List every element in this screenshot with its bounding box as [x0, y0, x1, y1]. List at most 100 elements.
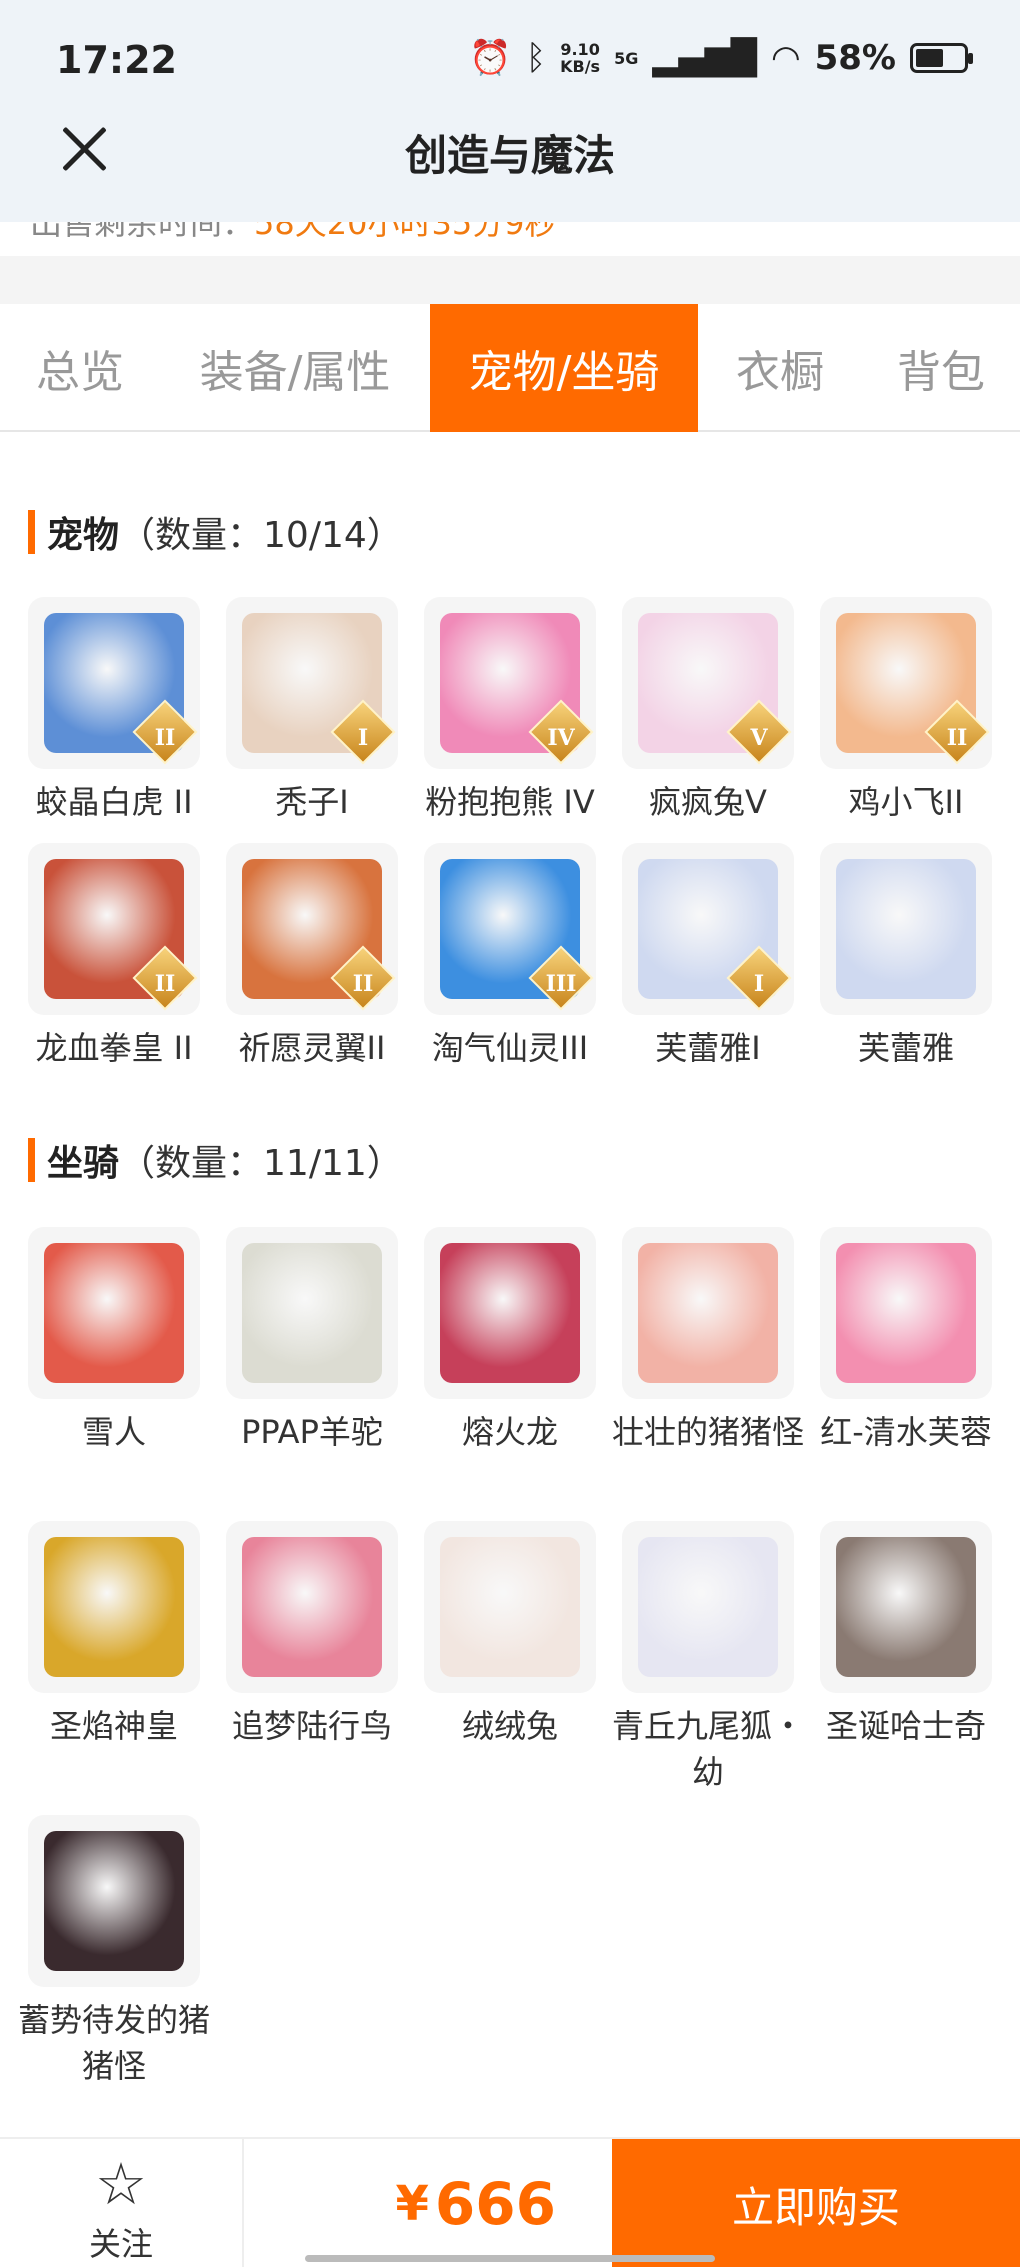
follow-label: 关注 [88, 2225, 153, 2263]
pet-item[interactable]: III 淘气仙灵III [424, 843, 596, 1071]
tab-bag[interactable]: 背包 [862, 304, 1020, 432]
tab-wardrobe[interactable]: 衣橱 [698, 304, 862, 432]
pet-thumbnail: I [622, 843, 794, 1015]
mount-image [638, 1537, 778, 1677]
mount-image [836, 1537, 976, 1677]
tier-badge-text: III [545, 971, 577, 997]
tab-equipment[interactable]: 装备/属性 [160, 304, 430, 432]
pet-thumbnail: I [226, 597, 398, 769]
tab-bar: 总览 装备/属性 宠物/坐骑 衣橱 背包 [0, 304, 1020, 432]
battery-icon [910, 43, 973, 73]
wifi-icon: ◠ [770, 38, 801, 78]
mount-item[interactable]: 圣焰神皇 [28, 1521, 200, 1749]
mount-image [44, 1831, 184, 1971]
pet-thumbnail: II [28, 843, 200, 1015]
pet-name: 祈愿灵翼II [238, 1029, 386, 1067]
net-speed-unit: KB/s [560, 57, 601, 76]
buy-now-button[interactable]: 立即购买 [612, 2139, 1020, 2267]
mount-image [440, 1243, 580, 1383]
mount-image [242, 1243, 382, 1383]
mount-item[interactable]: 青丘九尾狐・幼 [612, 1521, 804, 1795]
nav-bar: 创造与魔法 [0, 108, 1020, 188]
section-marker [28, 1138, 35, 1182]
countdown-value: 58天20小时35分9秒 [254, 222, 557, 242]
mount-image [638, 1243, 778, 1383]
mount-name: 追梦陆行鸟 [231, 1707, 392, 1745]
mounts-section-title: 坐骑 （数量：11/11） [28, 1135, 403, 1185]
pet-name: 芙蕾雅I [655, 1029, 761, 1067]
tier-badge-text: IV [547, 725, 575, 751]
pet-thumbnail: II [28, 597, 200, 769]
network-type: 5G [614, 48, 639, 68]
section-marker [28, 510, 35, 554]
pet-name: 鸡小飞II [848, 783, 964, 821]
home-indicator [305, 2255, 715, 2262]
pet-item[interactable]: 芙蕾雅 [820, 843, 992, 1071]
pet-name: 淘气仙灵III [431, 1029, 589, 1067]
mount-thumbnail [622, 1521, 794, 1693]
mount-item[interactable]: 追梦陆行鸟 [226, 1521, 398, 1749]
status-icons: ⏰ ᛒ 9.10 KB/s 5G ▂▄▆█ ◠ 58% [469, 38, 973, 78]
pet-name: 疯疯兔V [649, 783, 767, 821]
mount-name: 圣诞哈士奇 [825, 1707, 986, 1745]
pet-item[interactable]: II 蛟晶白虎 II [28, 597, 200, 825]
mount-name: 青丘九尾狐・幼 [611, 1707, 804, 1791]
mount-name: 雪人 [81, 1413, 146, 1451]
pets-count: （数量：10/14） [119, 515, 403, 556]
mount-item[interactable]: 壮壮的猪猪怪 [612, 1227, 804, 1455]
mount-item[interactable]: 熔火龙 [424, 1227, 596, 1455]
mount-item[interactable]: 雪人 [28, 1227, 200, 1455]
mount-item[interactable]: 绒绒兔 [424, 1521, 596, 1749]
mount-name: 圣焰神皇 [49, 1707, 178, 1745]
pet-item[interactable]: II 鸡小飞II [820, 597, 992, 825]
mount-image [440, 1537, 580, 1677]
tab-overview[interactable]: 总览 [0, 304, 160, 432]
price: ¥ 666 [244, 2139, 612, 2267]
pet-name: 粉抱抱熊 IV [425, 783, 595, 821]
pet-thumbnail: IV [424, 597, 596, 769]
mount-thumbnail [226, 1227, 398, 1399]
mount-item[interactable]: 圣诞哈士奇 [820, 1521, 992, 1749]
mount-image [44, 1537, 184, 1677]
pet-item[interactable]: II 祈愿灵翼II [226, 843, 398, 1071]
follow-button[interactable]: ☆ 关注 [0, 2139, 244, 2267]
pet-thumbnail: II [226, 843, 398, 1015]
countdown-label: 出售剩余时间： [30, 222, 255, 242]
battery-percent: 58% [814, 38, 896, 78]
pet-thumbnail: V [622, 597, 794, 769]
mount-name: 壮壮的猪猪怪 [611, 1413, 804, 1451]
pet-thumbnail: III [424, 843, 596, 1015]
pet-item[interactable]: I 秃子I [226, 597, 398, 825]
pets-section-title: 宠物 （数量：10/14） [28, 507, 403, 557]
mount-thumbnail [820, 1521, 992, 1693]
tier-badge-text: II [946, 725, 968, 751]
mount-item[interactable]: PPAP羊驼 [226, 1227, 398, 1455]
pet-item[interactable]: II 龙血拳皇 II [28, 843, 200, 1071]
mount-thumbnail [28, 1815, 200, 1987]
pet-item[interactable]: V 疯疯兔V [622, 597, 794, 825]
mount-item[interactable]: 红-清水芙蓉 [820, 1227, 992, 1455]
mount-thumbnail [424, 1227, 596, 1399]
tier-badge-text: II [352, 971, 374, 997]
pet-item[interactable]: I 芙蕾雅I [622, 843, 794, 1071]
tab-pets-mounts[interactable]: 宠物/坐骑 [430, 304, 698, 432]
price-symbol: ¥ [395, 2176, 429, 2232]
tier-badge-text: II [154, 725, 176, 751]
mount-item[interactable]: 蓄势待发的猪猪怪 [18, 1815, 210, 2089]
mount-thumbnail [226, 1521, 398, 1693]
mount-name: 蓄势待发的猪猪怪 [17, 2001, 210, 2085]
pets-title: 宠物 [47, 515, 120, 556]
status-time: 17:22 [56, 38, 177, 82]
net-speed: 9.10 KB/s [560, 41, 600, 75]
mount-image [242, 1537, 382, 1677]
page-title: 创造与魔法 [404, 131, 615, 180]
mount-name: 熔火龙 [461, 1413, 558, 1451]
pet-name: 秃子I [275, 783, 349, 821]
header: 17:22 ⏰ ᛒ 9.10 KB/s 5G ▂▄▆█ ◠ 58% 创造与魔法 [0, 0, 1020, 222]
mount-name: 绒绒兔 [461, 1707, 558, 1745]
mounts-title: 坐骑 [47, 1143, 120, 1184]
mounts-count: （数量：11/11） [119, 1143, 403, 1184]
tier-badge-text: V [750, 725, 768, 751]
divider [0, 256, 1020, 304]
pet-item[interactable]: IV 粉抱抱熊 IV [424, 597, 596, 825]
